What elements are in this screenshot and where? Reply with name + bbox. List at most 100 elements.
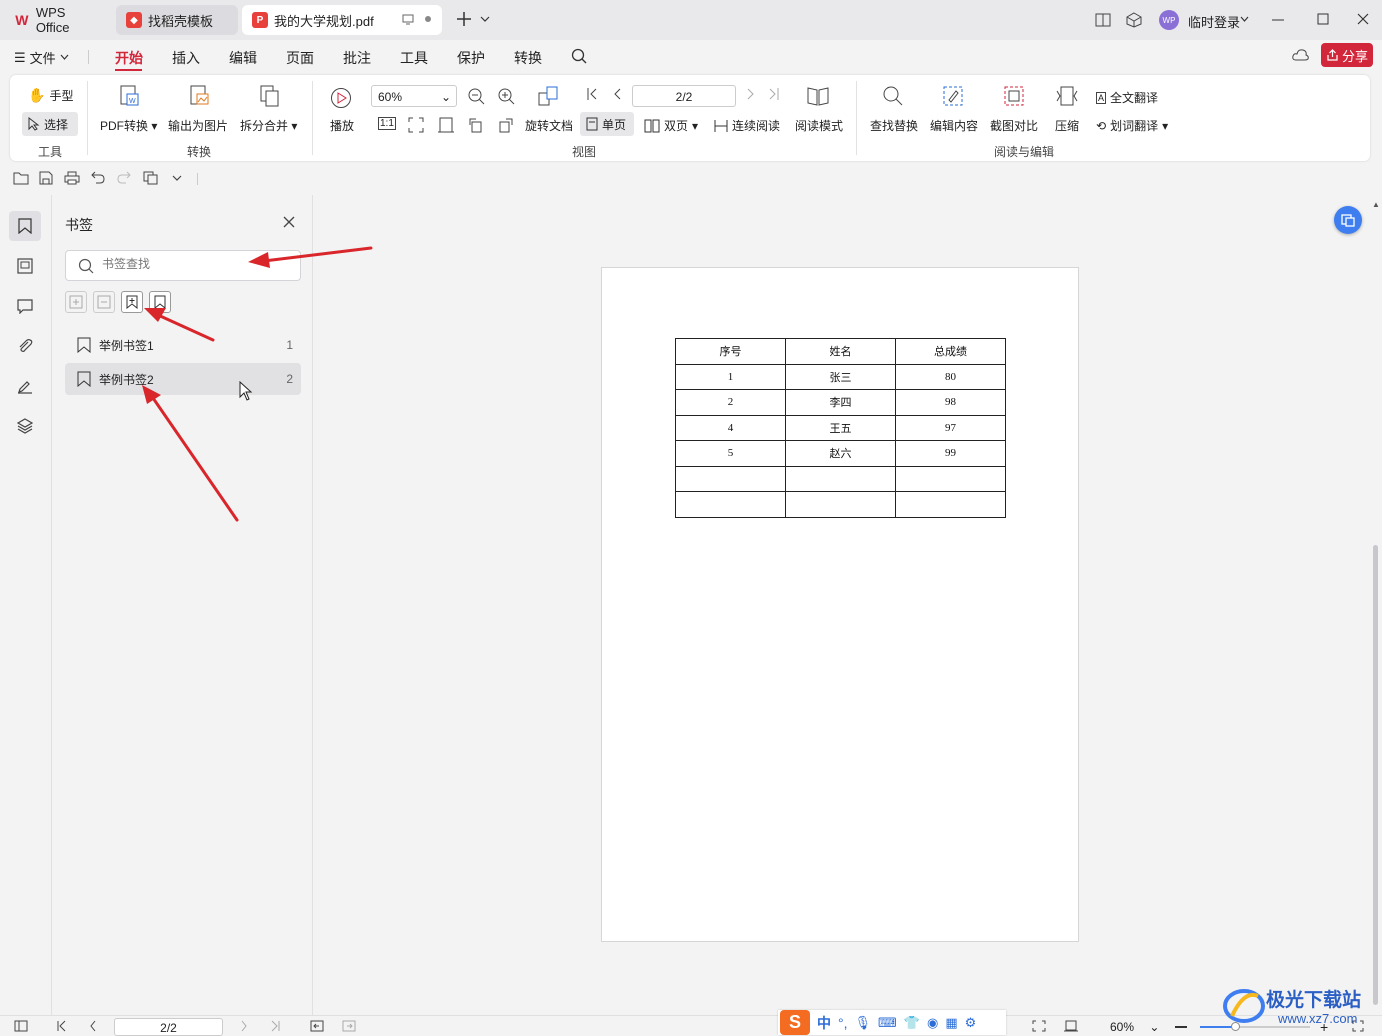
ime-game-icon[interactable]: ◉	[927, 1015, 938, 1031]
tab-start[interactable]: 开始	[115, 48, 143, 68]
thumbnail-icon[interactable]	[17, 258, 33, 274]
add-bookmark-button[interactable]	[121, 291, 143, 313]
next-page-icon[interactable]	[240, 1020, 248, 1032]
scroll-up-icon[interactable]: ▲	[1372, 200, 1380, 209]
ime-mic-icon[interactable]: 🎙	[855, 1015, 872, 1031]
zoom-in-icon[interactable]	[497, 87, 515, 105]
screenshot-compare-button[interactable]: 截图对比	[990, 117, 1038, 134]
tab-wps-office[interactable]: W WPS Office	[4, 5, 112, 35]
tab-convert[interactable]: 转换	[514, 48, 542, 68]
fit-page-icon[interactable]	[408, 117, 424, 133]
zoom-out-icon[interactable]	[1175, 1026, 1187, 1028]
find-replace-button[interactable]: 查找替换	[870, 117, 918, 134]
save-icon[interactable]	[39, 171, 53, 185]
bookmark-search-field[interactable]	[65, 250, 301, 281]
cube-icon[interactable]	[1126, 12, 1142, 28]
ime-skin-icon[interactable]: 👕	[904, 1015, 920, 1031]
select-tool-button[interactable]: 选择	[22, 112, 78, 136]
bookmark-panel-button[interactable]	[9, 211, 41, 241]
unsaved-dot-icon[interactable]	[425, 16, 431, 22]
close-window-icon[interactable]	[1357, 13, 1369, 25]
prev-page-icon[interactable]	[612, 87, 622, 101]
expand-all-button[interactable]	[65, 291, 87, 313]
redo-icon[interactable]	[117, 171, 131, 185]
bookmark-item-1[interactable]: 举例书签1 1	[65, 329, 301, 361]
delete-bookmark-button[interactable]	[149, 291, 171, 313]
play-button[interactable]: 播放	[330, 117, 354, 134]
first-page-icon[interactable]	[57, 1020, 67, 1032]
continuous-reading-button[interactable]: 连续阅读	[714, 117, 780, 134]
status-page-input[interactable]: 2/2	[114, 1018, 223, 1036]
ime-keyboard-icon[interactable]: ⌨	[878, 1015, 897, 1031]
ime-toolbox-icon[interactable]: ▦	[945, 1015, 957, 1031]
bookmark-item-2[interactable]: 举例书签2 2	[65, 363, 301, 395]
word-translate-button[interactable]: ⟲ 划词翻译 ▾	[1096, 117, 1168, 134]
page-number-input[interactable]: 2/2	[632, 85, 736, 107]
layout-icon[interactable]	[1095, 12, 1111, 28]
pdf-convert-button[interactable]: PDF转换 ▾	[100, 117, 157, 134]
back-icon[interactable]	[310, 1020, 324, 1032]
tab-edit[interactable]: 编辑	[229, 48, 257, 68]
fit-width-icon[interactable]	[438, 117, 454, 133]
login-link[interactable]: 临时登录	[1188, 12, 1240, 31]
first-page-icon[interactable]	[586, 87, 598, 101]
floating-assistant-button[interactable]	[1334, 206, 1362, 234]
comment-icon[interactable]	[17, 298, 33, 314]
forward-icon[interactable]	[342, 1020, 356, 1032]
file-menu[interactable]: ☰ 文件	[14, 48, 69, 67]
status-zoom-select[interactable]: 60% ⌄	[1110, 1020, 1159, 1034]
layers-icon[interactable]	[17, 418, 33, 434]
sidebar-toggle-icon[interactable]	[14, 1020, 28, 1032]
tab-pdf-document[interactable]: P 我的大学规划.pdf	[242, 5, 442, 35]
hand-tool-button[interactable]: ✋ 手型	[28, 87, 73, 104]
signature-icon[interactable]	[17, 378, 33, 394]
tab-insert[interactable]: 插入	[172, 48, 200, 68]
rotate-left-icon[interactable]	[468, 117, 484, 133]
more-chevron-icon[interactable]	[172, 175, 182, 182]
bookmark-search-input[interactable]	[102, 257, 282, 271]
tab-tools[interactable]: 工具	[400, 48, 428, 68]
copy-format-icon[interactable]	[143, 171, 159, 185]
attachment-icon[interactable]	[17, 338, 33, 354]
last-page-icon[interactable]	[270, 1020, 280, 1032]
actual-size-icon[interactable]: 1:1	[378, 117, 396, 130]
single-page-button[interactable]: 单页	[580, 112, 634, 136]
monitor-icon[interactable]	[402, 13, 414, 25]
zoom-out-icon[interactable]	[467, 87, 485, 105]
ime-settings-icon[interactable]: ⚙	[965, 1015, 977, 1031]
full-translate-button[interactable]: A 全文翻译	[1096, 89, 1158, 106]
next-page-icon[interactable]	[746, 87, 756, 101]
export-image-button[interactable]: 输出为图片	[168, 117, 228, 134]
vertical-scrollbar[interactable]: ▲	[1372, 200, 1380, 1015]
tab-page[interactable]: 页面	[286, 48, 314, 68]
split-merge-button[interactable]: 拆分合并 ▾	[240, 117, 297, 134]
tab-annotate[interactable]: 批注	[343, 48, 371, 68]
scrollbar-thumb[interactable]	[1373, 545, 1378, 1005]
collapse-all-button[interactable]	[93, 291, 115, 313]
minimize-icon[interactable]	[1272, 19, 1284, 21]
zoom-select[interactable]: 60% ⌄	[371, 85, 457, 107]
tab-protect[interactable]: 保护	[457, 48, 485, 68]
compress-button[interactable]: 压缩	[1055, 117, 1079, 134]
ime-chinese-mode[interactable]: 中	[817, 1013, 831, 1033]
login-chevron-icon[interactable]	[1240, 16, 1249, 23]
reading-mode-button[interactable]: 阅读模式	[795, 117, 843, 134]
prev-page-icon[interactable]	[89, 1020, 97, 1032]
tab-list-chevron-icon[interactable]	[480, 15, 490, 23]
search-icon[interactable]	[571, 48, 587, 64]
last-page-icon[interactable]	[768, 87, 780, 101]
fit-width-icon[interactable]	[1064, 1020, 1078, 1032]
share-button[interactable]: 分享	[1321, 43, 1373, 67]
print-icon[interactable]	[64, 171, 80, 185]
sogou-logo-icon[interactable]: S	[780, 1010, 810, 1035]
maximize-icon[interactable]	[1317, 13, 1329, 25]
cloud-icon[interactable]	[1292, 48, 1310, 62]
ime-punctuation-icon[interactable]: °,	[838, 1015, 848, 1031]
double-page-button[interactable]: 双页 ▾	[644, 117, 698, 134]
edit-content-button[interactable]: 编辑内容	[930, 117, 978, 134]
new-tab-icon[interactable]	[456, 11, 472, 27]
tab-template[interactable]: ◆ 找稻壳模板	[116, 5, 238, 35]
close-panel-icon[interactable]	[283, 216, 295, 228]
avatar[interactable]: WP	[1159, 10, 1179, 30]
open-folder-icon[interactable]	[13, 171, 29, 185]
